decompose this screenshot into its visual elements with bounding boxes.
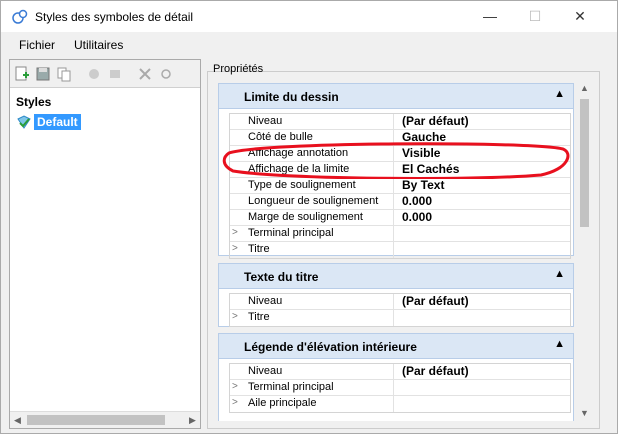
styles-toolbar (10, 60, 200, 88)
property-value[interactable]: (Par défaut) (393, 114, 572, 130)
expand-icon[interactable]: > (232, 397, 238, 408)
property-value[interactable]: 0.000 (393, 194, 572, 210)
save-icon[interactable] (35, 66, 51, 82)
property-row[interactable]: Type de soulignement By Text (230, 178, 570, 194)
property-name: Type de soulignement (248, 179, 356, 191)
property-row[interactable]: Affichage annotation Visible (230, 146, 570, 162)
property-value[interactable]: (Par défaut) (393, 294, 572, 310)
styles-panel: Styles Default ◀ ▶ (9, 59, 201, 429)
expand-icon[interactable]: > (232, 227, 238, 238)
property-name: Titre (248, 243, 270, 255)
property-name: Affichage annotation (248, 147, 349, 159)
property-row[interactable]: > Titre (230, 242, 570, 258)
maximize-button[interactable]: ☐ (521, 5, 549, 27)
new-style-icon[interactable] (14, 66, 30, 82)
property-row[interactable]: Niveau (Par défaut) (230, 364, 570, 380)
scroll-thumb[interactable] (580, 99, 589, 227)
window-title: Styles des symboles de détail (35, 10, 194, 24)
scroll-down-icon[interactable]: ▼ (576, 406, 593, 421)
property-name: Niveau (248, 115, 283, 127)
edit-style-icon[interactable] (86, 66, 102, 82)
property-value[interactable] (393, 380, 572, 396)
property-name: Marge de soulignement (248, 211, 363, 223)
property-row[interactable]: > Terminal principal (230, 226, 570, 242)
property-row[interactable]: Longueur de soulignement 0.000 (230, 194, 570, 210)
property-value[interactable]: Visible (393, 146, 572, 162)
property-grid: Niveau (Par défaut) > Titre (229, 293, 571, 327)
group-title: Texte du titre (244, 270, 319, 284)
property-value[interactable]: El Cachés (393, 162, 572, 178)
style-icon (17, 115, 31, 129)
group-title: Légende d'élévation intérieure (244, 340, 417, 354)
property-name: Longueur de soulignement (248, 195, 379, 207)
group-header[interactable]: Texte du titre ▲ (219, 264, 573, 289)
vertical-scrollbar[interactable]: ▲ ▼ (576, 81, 593, 421)
styles-tree-header: Styles (16, 95, 52, 109)
copy-icon[interactable] (56, 66, 72, 82)
collapse-icon[interactable]: ▲ (554, 268, 565, 280)
property-grid: Niveau (Par défaut) > Terminal principal >… (229, 363, 571, 413)
collapse-icon[interactable]: ▲ (554, 88, 565, 100)
group-title: Limite du dessin (244, 90, 339, 104)
property-row[interactable]: Marge de soulignement 0.000 (230, 210, 570, 226)
property-row[interactable]: > Terminal principal (230, 380, 570, 396)
title-bar: Styles des symboles de détail — ☐ ✕ (1, 1, 617, 32)
property-row[interactable]: > Aile principale (230, 396, 570, 412)
menu-bar: Fichier Utilitaires (1, 32, 617, 56)
property-row[interactable]: Niveau (Par défaut) (230, 114, 570, 130)
properties-area: Limite du dessin ▲ Niveau (Par défaut) Cô… (215, 81, 575, 421)
delete-icon[interactable] (137, 66, 153, 82)
property-name: Aile principale (248, 397, 317, 409)
purge-icon[interactable] (158, 66, 174, 82)
expand-icon[interactable]: > (232, 243, 238, 254)
assign-style-icon[interactable] (107, 66, 123, 82)
property-name: Niveau (248, 365, 283, 377)
property-value[interactable] (393, 310, 572, 326)
property-name: Terminal principal (248, 381, 334, 393)
property-value[interactable]: By Text (393, 178, 572, 194)
property-value[interactable] (393, 242, 572, 258)
property-name: Titre (248, 311, 270, 323)
property-row[interactable]: > Titre (230, 310, 570, 326)
menu-utilitaires[interactable]: Utilitaires (74, 38, 123, 52)
property-value[interactable] (393, 226, 572, 242)
scroll-up-icon[interactable]: ▲ (576, 81, 593, 96)
menu-fichier[interactable]: Fichier (19, 38, 55, 52)
properties-label: Propriétés (213, 63, 264, 75)
app-icon (12, 9, 28, 24)
property-value[interactable]: (Par défaut) (393, 364, 572, 380)
property-name: Côté de bulle (248, 131, 313, 143)
property-value[interactable] (393, 396, 572, 412)
group-header[interactable]: Limite du dessin ▲ (219, 84, 573, 109)
tree-item-label: Default (34, 114, 81, 130)
property-grid: Niveau (Par défaut) Côté de bulle Gauche A… (229, 113, 571, 259)
scroll-left-icon[interactable]: ◀ (10, 413, 25, 428)
tree-item-default[interactable]: Default (16, 114, 81, 130)
expand-icon[interactable]: > (232, 381, 238, 392)
group-header[interactable]: Légende d'élévation intérieure ▲ (219, 334, 573, 359)
group-texte-du-titre: Texte du titre ▲ Niveau (Par défaut) > Tit… (218, 263, 574, 327)
expand-icon[interactable]: > (232, 311, 238, 322)
scroll-thumb[interactable] (27, 415, 165, 425)
group-legende-elevation: Légende d'élévation intérieure ▲ Niveau (… (218, 333, 574, 421)
property-row[interactable]: Niveau (Par défaut) (230, 294, 570, 310)
property-value[interactable]: Gauche (393, 130, 572, 146)
property-row[interactable]: Côté de bulle Gauche (230, 130, 570, 146)
scroll-right-icon[interactable]: ▶ (185, 413, 200, 428)
dialog-window: Styles des symboles de détail — ☐ ✕ Fich… (0, 0, 618, 434)
close-button[interactable]: ✕ (566, 5, 594, 27)
property-name: Terminal principal (248, 227, 334, 239)
property-name: Niveau (248, 295, 283, 307)
group-limite-du-dessin: Limite du dessin ▲ Niveau (Par défaut) Cô… (218, 83, 574, 259)
property-name: Affichage de la limite (248, 163, 350, 175)
horizontal-scrollbar[interactable]: ◀ ▶ (10, 411, 200, 428)
minimize-button[interactable]: — (476, 5, 504, 27)
collapse-icon[interactable]: ▲ (554, 338, 565, 350)
property-row[interactable]: Affichage de la limite El Cachés (230, 162, 570, 178)
property-value[interactable]: 0.000 (393, 210, 572, 226)
